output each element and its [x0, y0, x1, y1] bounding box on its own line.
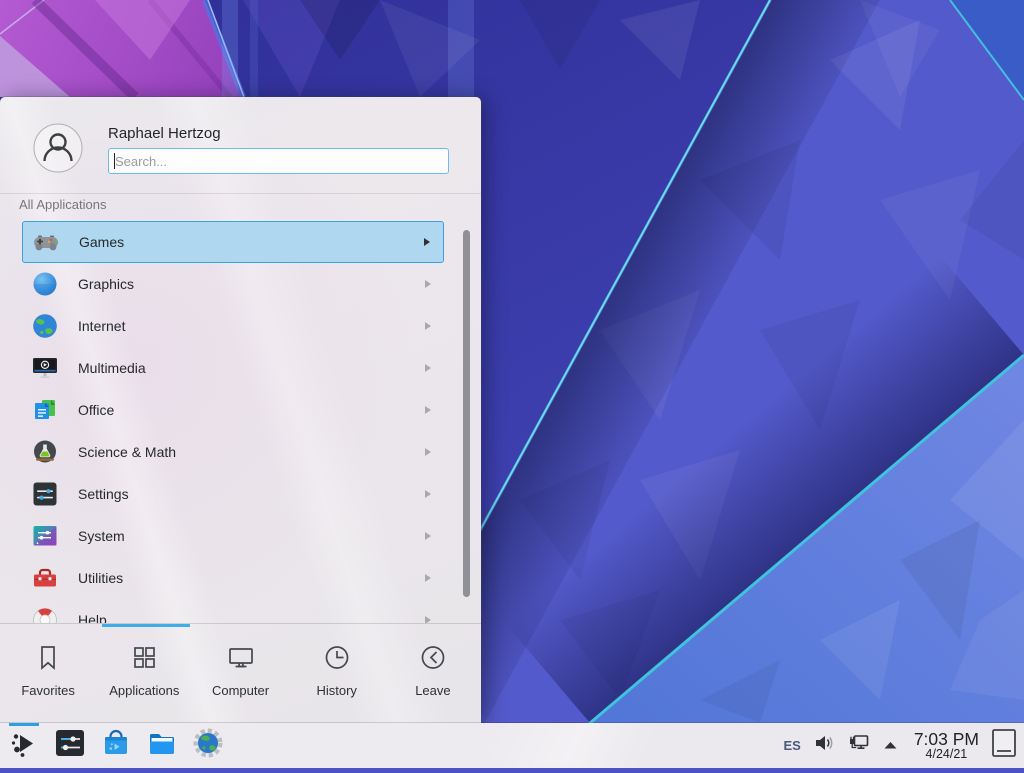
header-separator	[0, 193, 481, 194]
clock-time: 7:03 PM	[914, 730, 979, 748]
globe-gear-icon	[192, 727, 224, 764]
tab-applications[interactable]: Applications	[96, 631, 192, 698]
clock-date: 4/24/21	[914, 748, 979, 761]
submenu-arrow-icon	[425, 322, 431, 330]
tab-leave[interactable]: Leave	[385, 631, 481, 698]
category-games[interactable]: Games	[22, 221, 444, 263]
file-manager-button[interactable]	[145, 729, 179, 763]
category-label: Internet	[78, 318, 125, 334]
category-list: Games Graphics	[0, 221, 481, 623]
discover-button[interactable]	[99, 729, 133, 763]
category-multimedia[interactable]: Multimedia	[22, 347, 444, 389]
submenu-arrow-icon	[424, 238, 430, 246]
category-label: System	[78, 528, 125, 544]
user-name: Raphael Hertzog	[108, 125, 221, 142]
tabbar-separator	[0, 623, 481, 624]
category-label: Multimedia	[78, 360, 146, 376]
user-avatar[interactable]	[33, 123, 83, 173]
search-field-wrap	[108, 148, 449, 174]
taskbar-launchers	[7, 723, 225, 768]
category-system[interactable]: System	[22, 515, 444, 557]
kickoff-icon	[8, 727, 40, 764]
submenu-arrow-icon	[425, 280, 431, 288]
submenu-arrow-icon	[425, 532, 431, 540]
taskbar-panel: ES 7:03 PM 4/24/21	[0, 723, 1024, 768]
tab-bar: Favorites Applications Computer	[0, 631, 481, 698]
category-label: Office	[78, 402, 114, 418]
category-label: Graphics	[78, 276, 134, 292]
active-tab-indicator	[102, 624, 190, 627]
system-tray: ES 7:03 PM 4/24/21	[783, 723, 1017, 768]
show-desktop-button[interactable]	[991, 728, 1017, 763]
monitor-play-icon	[31, 354, 59, 382]
section-label: All Applications	[19, 197, 106, 212]
leave-icon	[415, 640, 451, 676]
wired-network-icon[interactable]	[847, 732, 871, 759]
category-utilities[interactable]: Utilities	[22, 557, 444, 599]
clock-icon	[319, 640, 355, 676]
volume-icon[interactable]	[813, 732, 835, 759]
tab-favorites[interactable]: Favorites	[0, 631, 96, 698]
category-label: Games	[79, 234, 124, 250]
gamepad-icon	[32, 228, 60, 256]
digital-clock[interactable]: 7:03 PM 4/24/21	[914, 730, 979, 762]
system-settings-icon	[54, 727, 86, 764]
submenu-arrow-icon	[425, 490, 431, 498]
category-settings[interactable]: Settings	[22, 473, 444, 515]
category-help[interactable]: Help	[22, 599, 444, 623]
category-office[interactable]: Office	[22, 389, 444, 431]
text-caret	[114, 153, 115, 169]
globe-icon	[31, 312, 59, 340]
sliders-icon	[31, 480, 59, 508]
tab-history[interactable]: History	[289, 631, 385, 698]
flask-icon	[31, 438, 59, 466]
application-launcher-popup: Raphael Hertzog All Applications	[0, 97, 481, 723]
documents-icon	[31, 396, 59, 424]
folder-icon	[146, 727, 178, 764]
web-browser-button[interactable]	[191, 729, 225, 763]
search-input[interactable]	[108, 148, 449, 174]
list-scrollbar[interactable]	[463, 230, 470, 597]
submenu-arrow-icon	[425, 448, 431, 456]
bookmark-icon	[30, 640, 66, 676]
category-science-math[interactable]: Science & Math	[22, 431, 444, 473]
expand-tray-arrow-icon[interactable]	[883, 737, 898, 755]
category-graphics[interactable]: Graphics	[22, 263, 444, 305]
discover-bag-icon	[100, 727, 132, 764]
category-internet[interactable]: Internet	[22, 305, 444, 347]
sphere-icon	[31, 270, 59, 298]
computer-icon	[223, 640, 259, 676]
category-label: Science & Math	[78, 444, 176, 460]
submenu-arrow-icon	[425, 616, 431, 623]
toolbox-icon	[31, 564, 59, 592]
system-settings-button[interactable]	[53, 729, 87, 763]
submenu-arrow-icon	[425, 574, 431, 582]
category-label: Help	[78, 612, 107, 623]
category-label: Settings	[78, 486, 129, 502]
grid-icon	[126, 640, 162, 676]
lifebuoy-icon	[31, 606, 59, 623]
system-screen-icon	[31, 522, 59, 550]
submenu-arrow-icon	[425, 406, 431, 414]
tab-computer[interactable]: Computer	[192, 631, 288, 698]
application-launcher-button[interactable]	[7, 729, 41, 763]
submenu-arrow-icon	[425, 364, 431, 372]
keyboard-layout-indicator[interactable]: ES	[783, 738, 800, 753]
category-label: Utilities	[78, 570, 123, 586]
